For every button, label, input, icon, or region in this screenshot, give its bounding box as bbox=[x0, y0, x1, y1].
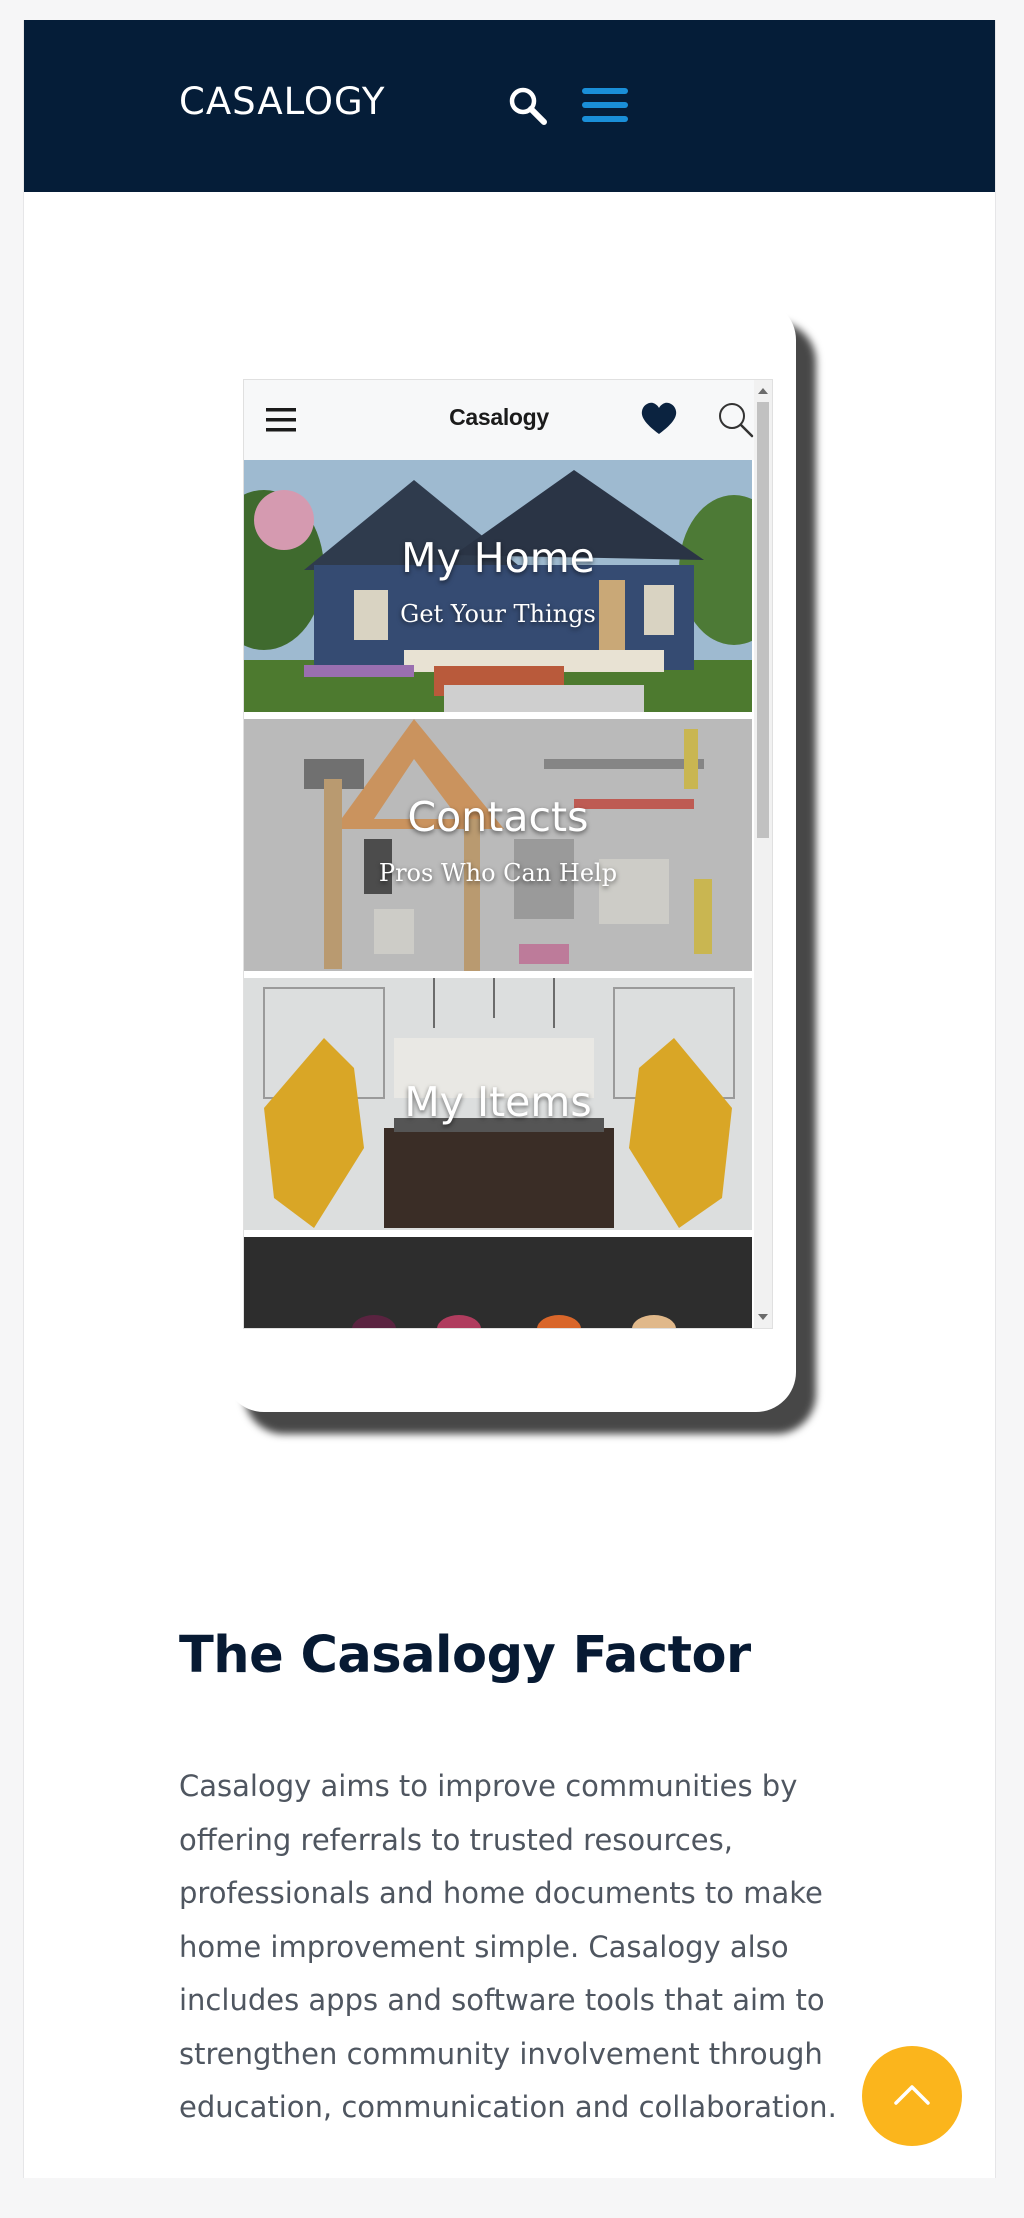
body-line: includes apps and software tools that ai… bbox=[179, 1983, 825, 2017]
site-logo[interactable]: CASALOGY bbox=[179, 80, 385, 123]
tile-title: My Home bbox=[401, 534, 595, 582]
body-line: strengthen community involvement through bbox=[179, 2036, 823, 2071]
chevron-up-icon bbox=[894, 2085, 930, 2105]
house-image bbox=[244, 460, 752, 712]
body-line: education, communication and collaborati… bbox=[179, 2090, 837, 2124]
tile-subtitle: Pros Who Can Help bbox=[378, 859, 618, 887]
tools-image bbox=[244, 719, 752, 971]
section-body: Casalogy aims to improve communities by … bbox=[179, 1760, 859, 2135]
search-icon[interactable] bbox=[716, 400, 756, 440]
tile-title: My Items bbox=[404, 1078, 592, 1126]
section-heading: The Casalogy Factor bbox=[179, 1626, 751, 1685]
body-line: offering referrals to trusted resources, bbox=[179, 1822, 733, 1857]
scroll-up-arrow-icon[interactable] bbox=[758, 388, 768, 394]
hamburger-menu-icon[interactable] bbox=[582, 86, 628, 124]
body-line: Casalogy aims to improve communities by bbox=[179, 1769, 798, 1803]
tile-my-items[interactable]: My Items bbox=[244, 978, 752, 1230]
back-to-top-button[interactable] bbox=[862, 2046, 962, 2146]
partial-tile-image bbox=[244, 1237, 752, 1328]
body-line: professionals and home documents to make bbox=[179, 1876, 823, 1910]
scroll-down-arrow-icon[interactable] bbox=[758, 1314, 768, 1320]
heart-icon[interactable] bbox=[640, 402, 678, 436]
scrollbar-thumb[interactable] bbox=[757, 402, 769, 838]
app-header: Casalogy bbox=[244, 380, 754, 460]
tile-contacts[interactable]: Contacts Pros Who Can Help bbox=[244, 719, 752, 971]
tile-title: Contacts bbox=[407, 793, 589, 841]
tile-my-home[interactable]: My Home Get Your Things bbox=[244, 460, 752, 712]
scrollbar[interactable] bbox=[754, 380, 772, 1328]
page: CASALOGY Casalogy My Home Get Your Thing… bbox=[23, 20, 996, 2178]
phone-mockup: Casalogy My Home Get Your Things Contact… bbox=[224, 300, 796, 1412]
tile-partial[interactable] bbox=[244, 1237, 752, 1328]
search-icon[interactable] bbox=[506, 84, 550, 128]
phone-screen: Casalogy My Home Get Your Things Contact… bbox=[243, 379, 773, 1329]
tile-subtitle: Get Your Things bbox=[400, 600, 596, 628]
site-header: CASALOGY bbox=[24, 20, 995, 192]
body-line: home improvement simple. Casalogy also bbox=[179, 1929, 789, 1964]
